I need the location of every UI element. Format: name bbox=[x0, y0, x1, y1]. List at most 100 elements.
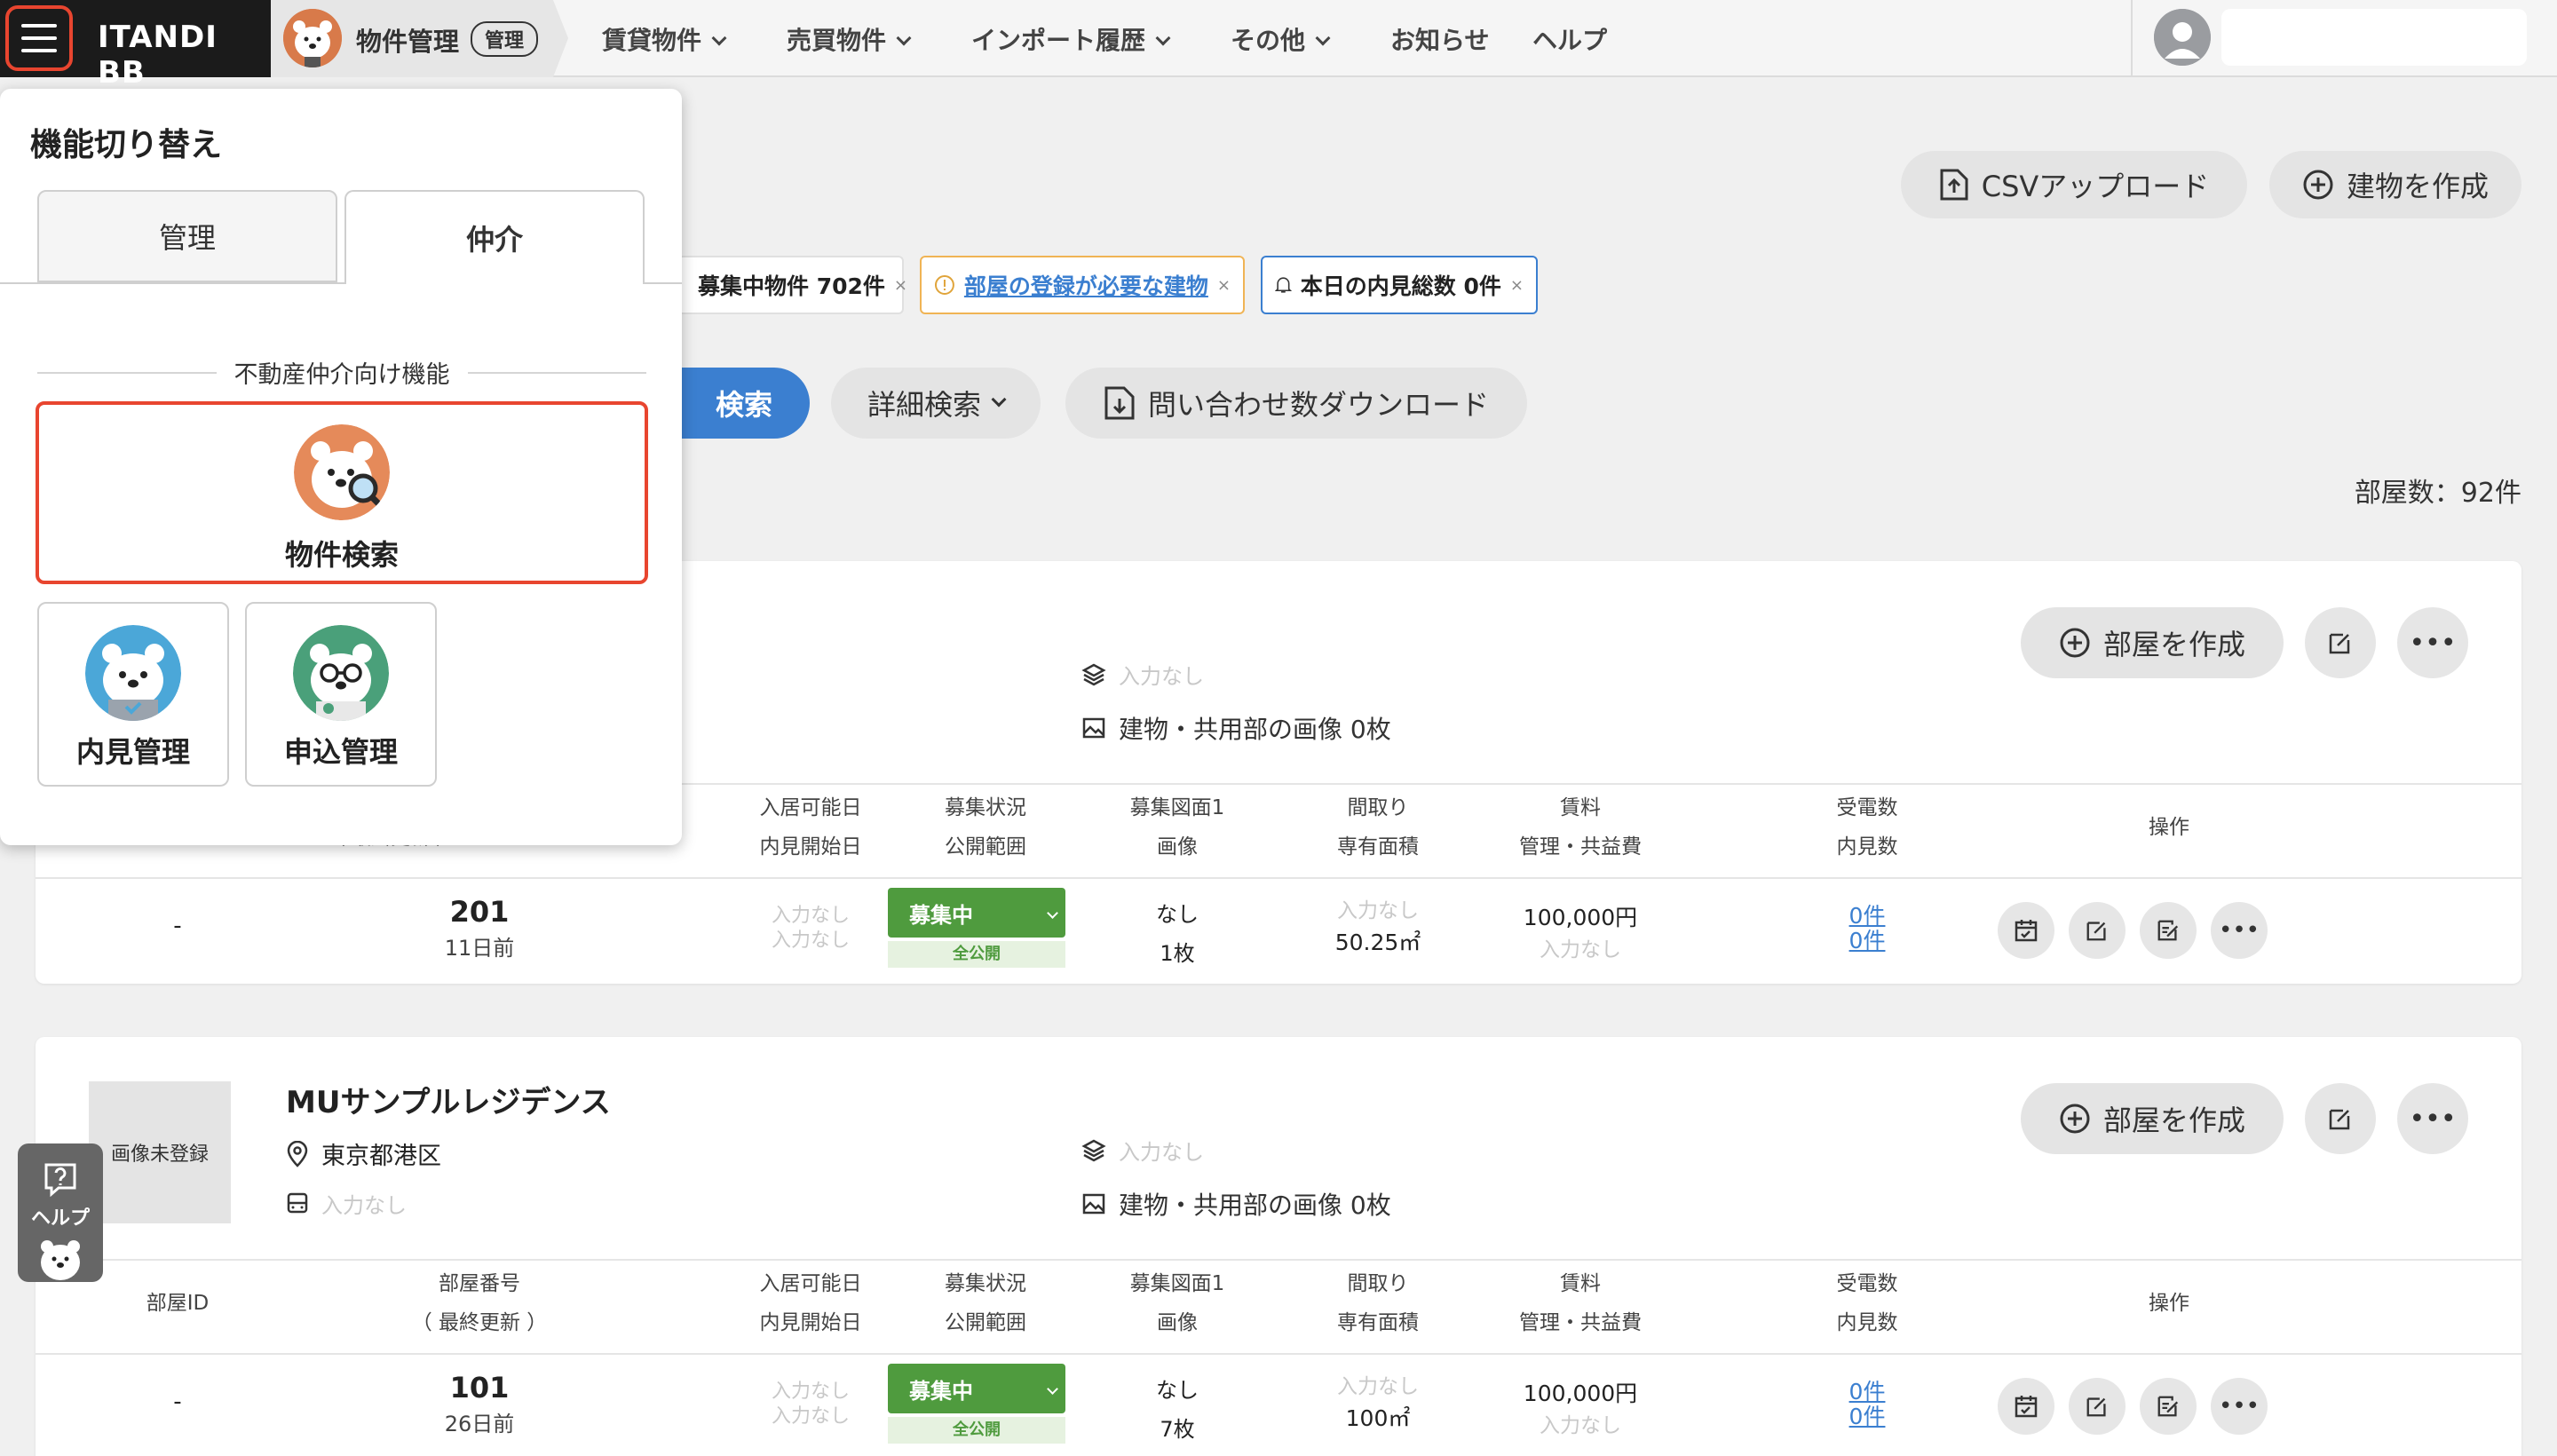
status-select[interactable]: 募集中 bbox=[888, 1364, 1065, 1413]
create-room-button[interactable]: 部屋を作成 bbox=[2021, 1083, 2284, 1154]
room-counts: 0件 0件 bbox=[1778, 904, 1956, 954]
tag-todays-viewings[interactable]: 本日の内見総数 0件 × bbox=[1261, 256, 1538, 314]
column-header-layout: 間取り 専有面積 bbox=[1289, 788, 1467, 866]
nav-other[interactable]: その他 bbox=[1231, 21, 1331, 57]
calls-link[interactable]: 0件 bbox=[1778, 904, 1956, 929]
close-icon[interactable]: × bbox=[894, 276, 907, 295]
app-application-management[interactable]: 申込管理 bbox=[245, 602, 437, 787]
nav-import-history[interactable]: インポート履歴 bbox=[971, 21, 1171, 57]
tag-link-label[interactable]: 部屋の登録が必要な建物 bbox=[964, 269, 1208, 301]
column-header-layout: 間取り 専有面積 bbox=[1289, 1264, 1467, 1342]
header-line: 管理・共益費 bbox=[1519, 1311, 1642, 1334]
edit-room-button[interactable] bbox=[2069, 1378, 2126, 1435]
app-property-search[interactable]: 物件検索 bbox=[36, 401, 648, 584]
rent-value: 100,000円 bbox=[1523, 1381, 1638, 1406]
room-floorplan: なし 1枚 bbox=[1124, 895, 1231, 973]
edit-icon bbox=[2329, 633, 2350, 654]
more-options-button[interactable]: ••• bbox=[2397, 607, 2468, 678]
create-building-button[interactable]: 建物を作成 bbox=[2269, 151, 2521, 218]
header-line: 間取り bbox=[1347, 1272, 1409, 1295]
layout-value: 入力なし bbox=[1337, 1375, 1419, 1398]
building-images-row: 建物・共用部の画像 0枚 bbox=[1081, 710, 1391, 746]
building-address: 東京都港区 bbox=[321, 1143, 441, 1170]
chevron-down-icon bbox=[1155, 30, 1171, 46]
location-pin-icon bbox=[287, 1140, 308, 1167]
nav-sale-properties[interactable]: 売買物件 bbox=[787, 21, 912, 57]
floors-value: 入力なし bbox=[1119, 1140, 1204, 1165]
hamburger-menu-button[interactable] bbox=[5, 5, 73, 71]
floors-value: 入力なし bbox=[1119, 664, 1204, 689]
room-more-options-button[interactable]: ••• bbox=[2211, 1378, 2268, 1435]
app-viewing-management[interactable]: 内見管理 bbox=[37, 602, 229, 787]
app-label: 申込管理 bbox=[283, 735, 398, 769]
room-status[interactable]: 募集中 全公開 bbox=[888, 888, 1065, 968]
create-room-button[interactable]: 部屋を作成 bbox=[2021, 607, 2284, 678]
function-switcher-panel: 機能切り替え 管理 仲介 不動産仲介向け機能 物件検索 内見管理 申込管理 bbox=[0, 89, 682, 845]
nav-label: その他 bbox=[1231, 26, 1306, 55]
room-more-options-button[interactable]: ••• bbox=[2211, 902, 2268, 959]
close-icon[interactable]: × bbox=[1510, 276, 1524, 295]
table-row[interactable]: - 201 11日前 入力なし 入力なし 募集中 全公開 なし 1枚 入力なし 50.… bbox=[36, 879, 2521, 984]
calls-link[interactable]: 0件 bbox=[1778, 1380, 1956, 1405]
publication-scope: 全公開 bbox=[888, 941, 1065, 968]
viewings-link[interactable]: 0件 bbox=[1778, 1405, 1956, 1429]
header-line: 公開範囲 bbox=[945, 835, 1026, 859]
edit-building-button[interactable] bbox=[2305, 1083, 2376, 1154]
more-options-button[interactable]: ••• bbox=[2397, 1083, 2468, 1154]
building-station-row: 入力なし bbox=[286, 1188, 407, 1219]
viewings-link[interactable]: 0件 bbox=[1778, 929, 1956, 954]
schedule-button[interactable] bbox=[1998, 1378, 2054, 1435]
more-horizontal-icon: ••• bbox=[2409, 627, 2457, 659]
close-icon[interactable]: × bbox=[1217, 276, 1231, 295]
building-images-count: 建物・共用部の画像 0枚 bbox=[1119, 715, 1391, 744]
nav-label: 賃貸物件 bbox=[602, 26, 702, 55]
status-select[interactable]: 募集中 bbox=[888, 888, 1065, 938]
edit-details-button[interactable] bbox=[2140, 902, 2197, 959]
download-inquiries-button[interactable]: 問い合わせ数ダウンロード bbox=[1065, 368, 1527, 439]
plus-circle-icon bbox=[2303, 170, 2333, 200]
tab-label: 仲介 bbox=[465, 223, 523, 257]
tag-rooms-needed[interactable]: 部屋の登録が必要な建物 × bbox=[920, 256, 1245, 314]
nav-help[interactable]: ヘルプ bbox=[1532, 21, 1607, 57]
advanced-search-button[interactable]: 詳細検索 bbox=[831, 368, 1041, 439]
fee-value: 入力なし bbox=[1540, 938, 1621, 961]
building-address-row: 東京都港区 bbox=[286, 1136, 441, 1171]
room-count: 部屋数：92件 bbox=[2354, 478, 2521, 509]
product-switcher[interactable]: 物件管理 管理 bbox=[271, 0, 568, 77]
column-header-status: 募集状況 公開範囲 bbox=[888, 1264, 1083, 1342]
table-row[interactable]: - 101 26日前 入力なし 入力なし 募集中 全公開 なし 7枚 入力なし 100… bbox=[36, 1355, 2521, 1456]
room-number[interactable]: 101 bbox=[391, 1371, 568, 1405]
chevron-down-icon bbox=[1315, 30, 1331, 46]
room-number[interactable]: 201 bbox=[391, 895, 568, 929]
user-menu[interactable] bbox=[2131, 0, 2557, 77]
area-value: 50.25㎡ bbox=[1334, 930, 1421, 955]
status-label: 募集中 bbox=[909, 1378, 973, 1404]
tab-management[interactable]: 管理 bbox=[37, 190, 337, 282]
chevron-down-icon bbox=[1047, 906, 1058, 919]
room-rent: 100,000円 入力なし bbox=[1483, 1378, 1678, 1442]
csv-upload-button[interactable]: CSVアップロード bbox=[1901, 151, 2247, 218]
chevron-down-icon bbox=[1047, 1382, 1058, 1395]
room-status[interactable]: 募集中 全公開 bbox=[888, 1364, 1065, 1444]
help-floating-button[interactable]: ヘルプ bbox=[18, 1143, 103, 1282]
building-thumbnail: 画像未登録 bbox=[89, 1081, 231, 1223]
more-horizontal-icon: ••• bbox=[2218, 917, 2260, 944]
column-header-status: 募集状況 公開範囲 bbox=[888, 788, 1083, 866]
building-images-count: 建物・共用部の画像 0枚 bbox=[1119, 1191, 1391, 1220]
csv-upload-label: CSVアップロード bbox=[1981, 170, 2210, 203]
edit-building-button[interactable] bbox=[2305, 607, 2376, 678]
section-divider: 不動産仲介向け機能 bbox=[37, 355, 646, 390]
edit-room-button[interactable] bbox=[2069, 902, 2126, 959]
header-line: 画像 bbox=[1157, 835, 1198, 859]
edit-details-button[interactable] bbox=[2140, 1378, 2197, 1435]
column-header-room-id: 部屋ID bbox=[146, 1292, 210, 1315]
nav-rental-properties[interactable]: 賃貸物件 bbox=[602, 21, 727, 57]
building-name[interactable]: MUサンプルレジデンス bbox=[286, 1078, 611, 1121]
nav-notices[interactable]: お知らせ bbox=[1390, 21, 1489, 57]
create-building-label: 建物を作成 bbox=[2346, 170, 2489, 203]
top-navigation-bar: ITANDI BB 物件管理 管理 賃貸物件 売買物件 インポート履歴 その他 … bbox=[0, 0, 2557, 91]
header-line: 募集状況 bbox=[945, 1272, 1026, 1295]
schedule-button[interactable] bbox=[1998, 902, 2054, 959]
area-value: 100㎡ bbox=[1345, 1405, 1411, 1431]
tab-brokerage[interactable]: 仲介 bbox=[344, 190, 645, 284]
